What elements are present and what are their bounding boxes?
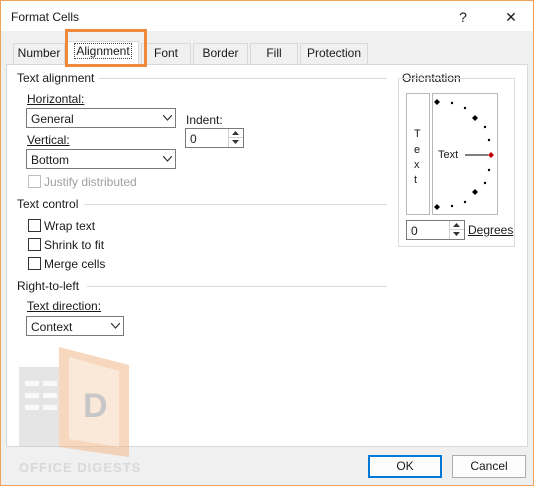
text-direction-label: Text direction: bbox=[27, 299, 102, 313]
office-digests-logo: D bbox=[19, 347, 129, 457]
tab-number-label: Number bbox=[17, 46, 61, 60]
tab-border[interactable]: Border bbox=[193, 43, 248, 64]
chevron-down-icon bbox=[106, 317, 123, 335]
chevron-down-icon bbox=[158, 109, 175, 127]
vertical-value: Bottom bbox=[31, 153, 70, 167]
rtl-divider bbox=[87, 286, 387, 287]
vertical-text-letter: x bbox=[414, 159, 420, 171]
vertical-select[interactable]: Bottom bbox=[26, 149, 176, 169]
degrees-spin-arrows bbox=[449, 221, 464, 239]
indent-down-button[interactable] bbox=[229, 138, 243, 147]
vertical-text-box[interactable]: T e x t bbox=[406, 93, 430, 215]
tab-protection-label: Protection bbox=[306, 46, 362, 60]
tab-font-label: Font bbox=[153, 46, 178, 60]
text-control-title: Text control bbox=[17, 197, 79, 211]
vertical-text-letter: T bbox=[414, 128, 421, 140]
tab-strip: Number Alignment Font Border Fill Protec… bbox=[1, 41, 533, 65]
wrap-text-label: Wrap text bbox=[44, 219, 96, 233]
shrink-to-fit-label: Shrink to fit bbox=[44, 238, 105, 252]
horizontal-value: General bbox=[31, 112, 74, 126]
ok-button[interactable]: OK bbox=[368, 455, 442, 478]
indent-label: Indent: bbox=[186, 113, 223, 127]
horizontal-select[interactable]: General bbox=[26, 108, 176, 128]
merge-cells-checkbox[interactable] bbox=[28, 257, 41, 270]
degrees-label: Degrees bbox=[468, 223, 514, 237]
wrap-text-checkbox[interactable] bbox=[28, 219, 41, 232]
justify-distributed-checkbox[interactable] bbox=[28, 175, 41, 188]
vertical-label: Vertical: bbox=[27, 133, 70, 147]
indent-up-button[interactable] bbox=[229, 129, 243, 138]
cancel-button[interactable]: Cancel bbox=[452, 455, 526, 478]
format-cells-dialog: Format Cells ? ✕ Number Alignment Font B… bbox=[0, 0, 534, 486]
watermark-text: OFFICE DIGESTS bbox=[19, 460, 142, 475]
vertical-text-letter: e bbox=[414, 144, 421, 156]
tab-font[interactable]: Font bbox=[141, 43, 191, 64]
close-button[interactable]: ✕ bbox=[497, 6, 525, 28]
merge-cells-label: Merge cells bbox=[44, 257, 106, 271]
help-button[interactable]: ? bbox=[449, 6, 477, 28]
text-alignment-title: Text alignment bbox=[17, 71, 95, 85]
tab-fill[interactable]: Fill bbox=[250, 43, 298, 64]
horizontal-label: Horizontal: bbox=[27, 92, 85, 106]
dialog-title: Format Cells bbox=[11, 10, 80, 24]
tab-alignment-label: Alignment bbox=[74, 43, 132, 59]
degrees-up-button[interactable] bbox=[450, 221, 464, 230]
text-direction-value: Context bbox=[31, 320, 73, 334]
indent-spin-arrows bbox=[228, 129, 243, 147]
tab-number[interactable]: Number bbox=[13, 43, 65, 64]
degrees-spinner[interactable]: 0 bbox=[406, 220, 465, 240]
text-alignment-divider bbox=[99, 78, 387, 79]
degrees-value: 0 bbox=[411, 224, 418, 238]
vertical-text-letter: t bbox=[414, 174, 418, 186]
degrees-down-button[interactable] bbox=[450, 230, 464, 239]
indent-spinner[interactable]: 0 bbox=[185, 128, 244, 148]
orientation-dial[interactable]: Text bbox=[432, 93, 498, 215]
rtl-title: Right-to-left bbox=[17, 279, 80, 293]
tab-fill-label: Fill bbox=[266, 46, 282, 60]
tab-protection[interactable]: Protection bbox=[300, 43, 368, 64]
svg-text:D: D bbox=[83, 387, 108, 425]
tab-alignment[interactable]: Alignment bbox=[67, 41, 139, 65]
chevron-down-icon bbox=[158, 150, 175, 168]
tab-border-label: Border bbox=[202, 46, 239, 60]
indent-value: 0 bbox=[190, 132, 197, 146]
title-bar: Format Cells ? ✕ bbox=[1, 1, 533, 31]
text-direction-select[interactable]: Context bbox=[26, 316, 124, 336]
dial-text: Text bbox=[438, 149, 459, 161]
shrink-to-fit-checkbox[interactable] bbox=[28, 238, 41, 251]
text-control-divider bbox=[84, 204, 387, 205]
justify-distributed-label: Justify distributed bbox=[44, 175, 137, 189]
